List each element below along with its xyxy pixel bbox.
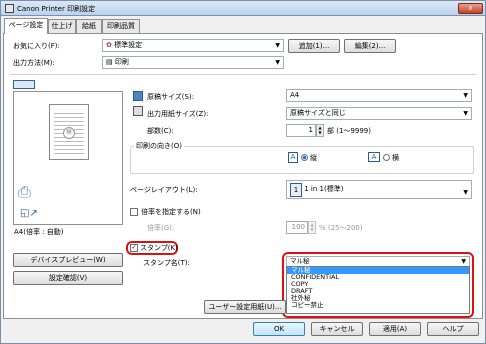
copies-input[interactable]: 1 <box>286 124 316 137</box>
settings-check-button[interactable]: 設定確認(V) <box>13 271 123 285</box>
stamp-checkbox-label: スタンプ(K) <box>140 244 178 252</box>
portrait-icon: A <box>288 152 298 163</box>
layout-label: ページレイアウト(L): <box>130 186 198 194</box>
divider <box>10 74 476 75</box>
tab-page-setup[interactable]: ページ設定 <box>4 18 48 34</box>
stamp-checkbox[interactable]: ✓ <box>130 244 138 252</box>
output-select[interactable]: ▤ 印刷 ▼ <box>102 56 284 69</box>
copies-range: 部 (1〜9999) <box>327 127 371 135</box>
copies-label: 部数(C): <box>147 127 174 135</box>
apply-button[interactable]: 適用(A) <box>369 322 421 336</box>
printer-app-icon <box>5 4 14 13</box>
preview-caption: A4(倍率 : 自動) <box>14 228 64 236</box>
scale-label: 倍率(G): <box>147 224 175 232</box>
landscape-icon: A <box>368 152 380 162</box>
add-profile-button[interactable]: 追加(1)... <box>288 39 340 53</box>
print-icon: ▤ <box>106 58 113 66</box>
orientation-label: 印刷の向き(O) <box>134 142 184 151</box>
original-size-icon <box>133 91 143 101</box>
page-preview: ㊙ ⎙ ◱↗ <box>13 91 123 225</box>
output-size-label: 出力用紙サイズ(Z): <box>147 110 209 118</box>
portrait-radio[interactable] <box>301 154 308 161</box>
scaling-label: 倍率を指定する(N) <box>141 208 201 216</box>
scale-spinner[interactable]: ▲ ▼ <box>308 221 316 234</box>
output-label: 出力方法(M): <box>13 59 55 67</box>
scaling-checkbox[interactable] <box>130 208 138 216</box>
copies-spinner[interactable]: ▲ ▼ <box>316 124 324 137</box>
device-preview-button[interactable]: デバイスプレビュー(W) <box>13 253 123 267</box>
title-bar: Canon Printer 印刷設定 x <box>0 0 486 16</box>
ok-button[interactable]: OK <box>253 322 305 336</box>
paper-preview: ㊙ <box>49 104 89 160</box>
scale-range: % (25〜200) <box>319 224 363 232</box>
output-value: 印刷 <box>114 58 129 66</box>
portrait-label: 縦 <box>310 154 317 162</box>
tab-finishing[interactable]: 仕上げ <box>48 19 76 33</box>
help-button[interactable]: ヘルプ <box>427 322 479 336</box>
layout-icon: 1 <box>290 182 302 197</box>
stamp-name-value: マル秘 <box>290 257 310 265</box>
paper-feed-icon: ◱↗ <box>20 208 38 219</box>
profile-icon: ✿ <box>106 41 112 49</box>
stamp-option[interactable]: コピー禁止 <box>287 302 469 309</box>
tab-quality[interactable]: 印刷品質 <box>102 19 140 33</box>
profile-select[interactable]: ✿ 標準設定 ▼ <box>102 39 284 52</box>
output-paper-icon <box>133 106 143 116</box>
chevron-down-icon: ▼ <box>463 92 468 99</box>
landscape-radio[interactable] <box>383 154 390 161</box>
preview-mode-icon[interactable] <box>13 80 35 89</box>
landscape-label: 横 <box>392 154 399 162</box>
chevron-down-icon: ▼ <box>463 110 468 117</box>
stamp-option[interactable]: DRAFT <box>287 288 469 295</box>
chevron-down-icon: ▼ <box>463 189 468 196</box>
scale-input[interactable]: 100 <box>286 221 308 234</box>
user-paper-button[interactable]: ユーザー設定用紙(U)... <box>204 300 286 314</box>
layout-value: 1 in 1(標準) <box>304 185 344 193</box>
tab-paper-source[interactable]: 給紙 <box>76 19 102 33</box>
stamp-option[interactable]: CONFIDENTIAL <box>287 274 469 281</box>
cancel-button[interactable]: キャンセル <box>311 322 363 336</box>
original-size-select[interactable]: A4 ▼ <box>286 89 472 102</box>
profile-label: お気に入り(F): <box>13 42 60 50</box>
output-size-value: 原稿サイズと同じ <box>290 109 346 117</box>
stamp-option[interactable]: COPY <box>287 281 469 288</box>
layout-select[interactable]: 1 1 in 1(標準) ▼ <box>286 180 472 199</box>
profile-value: 標準設定 <box>114 41 143 49</box>
close-button[interactable]: x <box>458 3 483 14</box>
chevron-down-icon: ▼ <box>275 42 280 49</box>
original-size-label: 原稿サイズ(S): <box>147 93 195 101</box>
output-size-select[interactable]: 原稿サイズと同じ ▼ <box>286 107 472 120</box>
window-title: Canon Printer 印刷設定 <box>17 5 96 13</box>
stamp-preview-icon: ㊙ <box>63 127 75 139</box>
chevron-down-icon: ▼ <box>461 258 466 265</box>
chevron-down-icon: ▼ <box>275 59 280 66</box>
original-size-value: A4 <box>290 91 300 99</box>
stamp-options-list: マル秘 CONFIDENTIAL COPY DRAFT 社外秘 コピー禁止 <box>286 266 470 314</box>
edit-profile-button[interactable]: 編集(2)... <box>344 39 396 53</box>
stamp-name-label: スタンプ名(T): <box>143 259 190 267</box>
